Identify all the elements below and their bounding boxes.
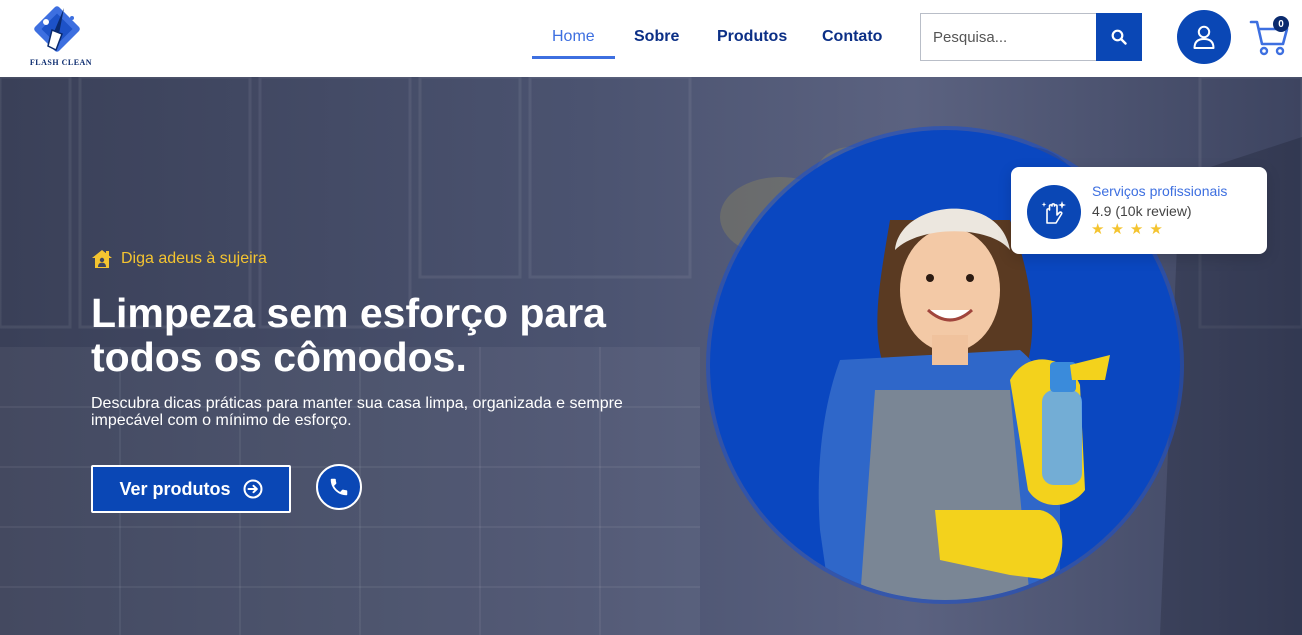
phone-icon <box>330 478 348 496</box>
site-header: FLASH CLEAN Home Sobre Produtos Contato … <box>0 0 1302 77</box>
star-icon: ★ <box>1149 221 1163 238</box>
nav-home[interactable]: Home <box>552 28 595 46</box>
review-icon-badge <box>1027 185 1081 239</box>
star-icon: ★ <box>1129 221 1144 238</box>
user-icon <box>1193 25 1215 49</box>
search-icon <box>1111 29 1127 45</box>
review-title: Serviços profissionais <box>1092 183 1228 199</box>
hero-eyebrow: Diga adeus à sujeira <box>91 249 267 269</box>
cart-button[interactable]: 0 <box>1249 16 1291 58</box>
hero-title: Limpeza sem esforço para todos os cômodo… <box>91 290 606 380</box>
view-products-label: Ver produtos <box>119 478 231 499</box>
house-icon <box>92 250 112 268</box>
logo-text: FLASH CLEAN <box>29 58 93 67</box>
review-score: 4.9 (10k review) <box>1092 203 1192 219</box>
star-icon: ★ <box>1110 221 1124 238</box>
search-input[interactable] <box>921 14 1097 60</box>
account-button[interactable] <box>1177 10 1231 64</box>
hero-eyebrow-text: Diga adeus à sujeira <box>121 250 267 267</box>
sparkle-hand-icon <box>1041 201 1066 224</box>
phone-button[interactable] <box>316 464 362 510</box>
search-box <box>920 13 1142 61</box>
arrow-right-circle-icon <box>243 479 262 499</box>
star-icon: ★ <box>1091 221 1105 238</box>
logo[interactable]: FLASH CLEAN <box>26 6 96 70</box>
hero-section: Diga adeus à sujeira Limpeza sem esforço… <box>0 77 1302 635</box>
review-stars: ★ ★ ★ ★ <box>1091 222 1163 238</box>
logo-mark <box>34 6 80 52</box>
search-button[interactable] <box>1096 13 1142 61</box>
view-products-button[interactable]: Ver produtos <box>91 465 291 513</box>
review-card: Serviços profissionais 4.9 (10k review) … <box>1011 167 1267 254</box>
nav-sobre[interactable]: Sobre <box>634 28 679 46</box>
cart-count-badge: 0 <box>1273 16 1289 32</box>
nav-contato[interactable]: Contato <box>822 28 882 46</box>
nav-active-underline <box>532 56 615 59</box>
hero-subtitle: Descubra dicas práticas para manter sua … <box>91 395 623 429</box>
nav-produtos[interactable]: Produtos <box>717 28 787 46</box>
